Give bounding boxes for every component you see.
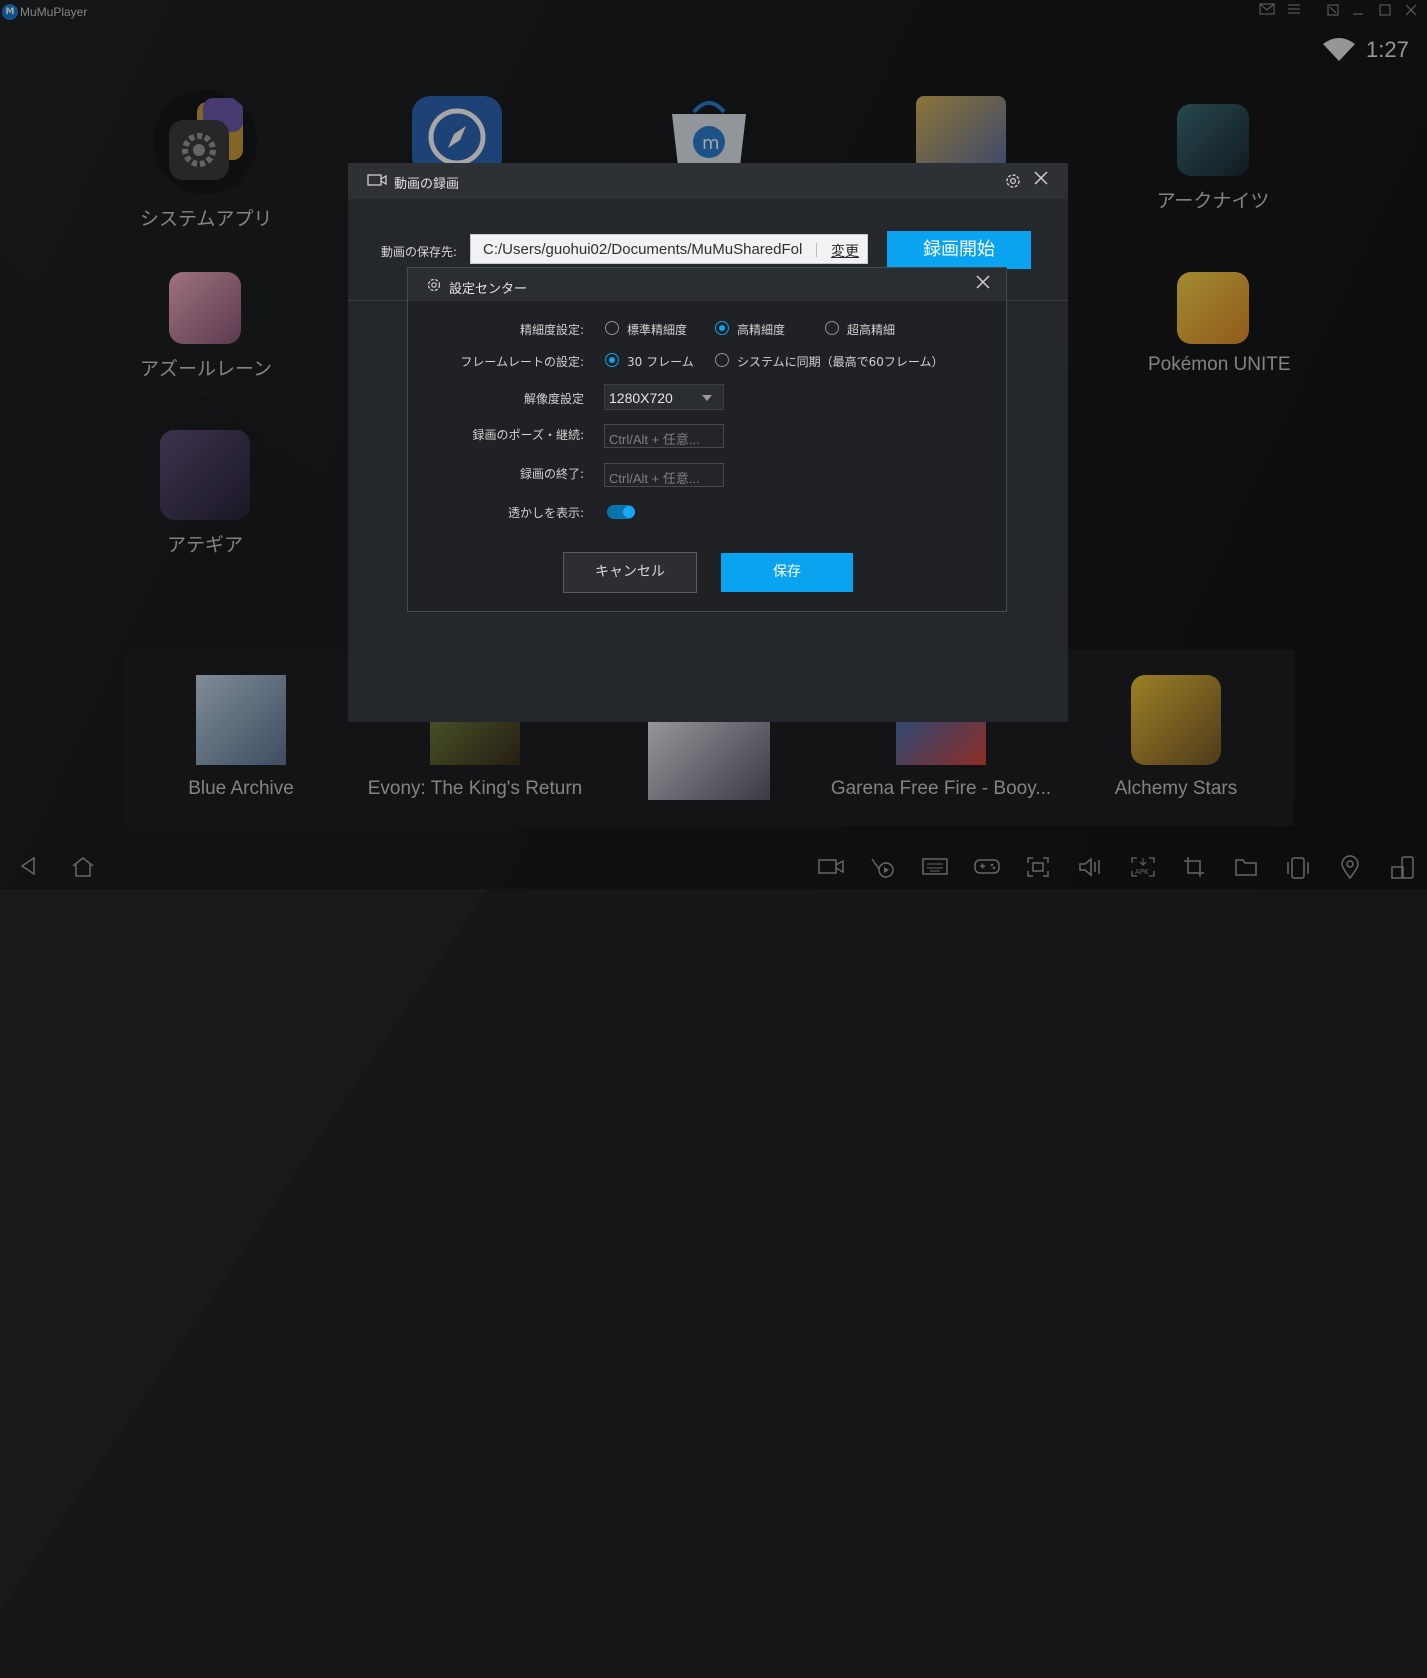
save-path-field[interactable]: C:/Users/guohui02/Documents/MuMuSharedFo… <box>470 234 868 264</box>
save-button[interactable]: 保存 <box>721 553 853 592</box>
watermark-toggle[interactable] <box>607 505 635 519</box>
gear-icon <box>427 278 441 292</box>
resolution-label: 解像度設定 <box>523 392 584 406</box>
path-divider <box>816 243 817 257</box>
pause-shortcut-input[interactable]: Ctrl/Alt + 任意... <box>604 424 724 448</box>
framerate-30-label: 30 フレーム <box>627 355 694 369</box>
quality-ultra-label: 超高精細 <box>847 323 896 337</box>
record-dialog-title: 動画の録画 <box>394 177 460 192</box>
watermark-label: 透かしを表示: <box>507 506 584 520</box>
camera-icon <box>367 174 387 186</box>
quality-label: 精細度設定: <box>519 323 584 337</box>
pause-shortcut-label: 録画のポーズ・継続: <box>472 428 584 442</box>
settings-gear-icon[interactable] <box>1004 172 1022 190</box>
quality-standard-radio[interactable] <box>605 321 619 335</box>
chevron-down-icon <box>702 395 712 401</box>
framerate-sync-radio[interactable] <box>715 353 729 367</box>
end-shortcut-input[interactable]: Ctrl/Alt + 任意... <box>604 463 724 487</box>
resolution-select[interactable]: 1280X720 <box>604 384 724 410</box>
settings-center-dialog: 設定センター 精細度設定: 標準精細度 高精細度 超高精細 フレームレートの設定… <box>407 267 1007 612</box>
framerate-label: フレームレートの設定: <box>460 355 584 369</box>
record-dialog-header: 動画の録画 <box>348 163 1068 199</box>
settings-dialog-title: 設定センター <box>449 282 528 297</box>
end-shortcut-placeholder: Ctrl/Alt + 任意... <box>609 471 700 486</box>
resolution-value: 1280X720 <box>609 390 673 406</box>
start-recording-button[interactable]: 録画開始 <box>887 231 1031 269</box>
close-icon[interactable] <box>1032 170 1050 188</box>
framerate-sync-label: システムに同期（最高で60フレーム） <box>737 355 944 369</box>
settings-dialog-header: 設定センター <box>408 268 1006 301</box>
cancel-button[interactable]: キャンセル <box>563 552 697 593</box>
quality-standard-label: 標準精細度 <box>627 323 688 337</box>
save-path-label: 動画の保存先: <box>381 245 458 259</box>
save-path-value: C:/Users/guohui02/Documents/MuMuSharedFo… <box>483 241 803 258</box>
quality-high-label: 高精細度 <box>737 323 786 337</box>
quality-ultra-radio[interactable] <box>825 321 839 335</box>
quality-high-radio[interactable] <box>715 321 729 335</box>
framerate-30-radio[interactable] <box>605 353 619 367</box>
close-icon[interactable] <box>974 274 992 292</box>
change-path-link[interactable]: 変更 <box>831 241 859 261</box>
end-shortcut-label: 録画の終了: <box>519 467 584 481</box>
pause-shortcut-placeholder: Ctrl/Alt + 任意... <box>609 432 700 447</box>
